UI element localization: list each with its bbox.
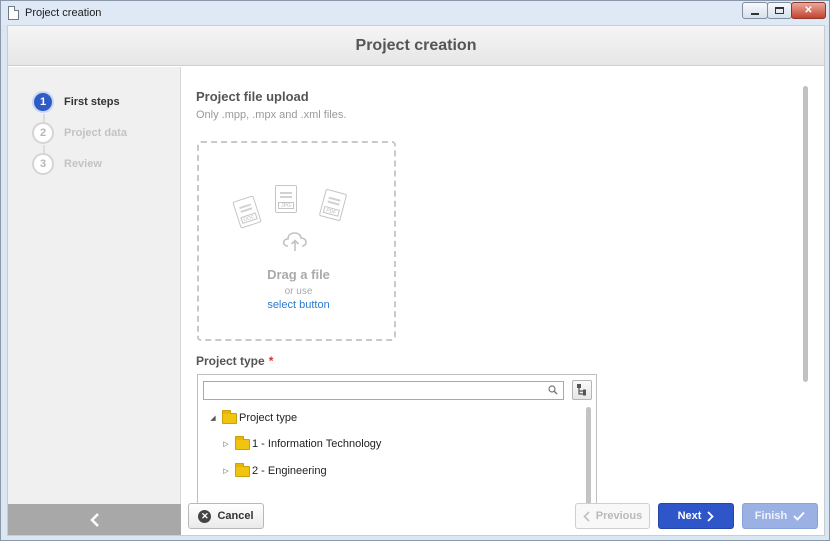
collapse-sidebar-button[interactable] [8,504,181,535]
drag-file-text: Drag a file [267,267,330,282]
chevron-right-icon [707,510,715,522]
finish-button[interactable]: Finish [742,503,818,529]
tree-search-input[interactable] [203,381,564,400]
folder-icon [222,409,237,424]
search-icon [548,385,558,395]
minimize-icon [751,12,759,15]
step-label: Review [64,158,102,170]
expand-triangle-icon[interactable]: ▷ [222,440,230,448]
cancel-icon: ✕ [198,509,212,523]
step-number: 2 [32,122,54,144]
required-marker: * [268,354,274,368]
cloud-upload-icon [282,232,307,251]
folder-icon [235,435,250,450]
main-scrollbar[interactable] [803,86,808,382]
step-label: Project data [64,127,127,139]
dialog-header: Project creation [8,26,824,66]
project-type-label-text: Project type [196,354,265,368]
document-icon [8,6,19,20]
page-title: Project creation [355,36,477,54]
expand-triangle-icon[interactable]: ▷ [222,467,230,475]
close-button[interactable]: ✕ [791,2,826,19]
tree-node-it[interactable]: ▷ 1 - Information Technology [222,435,382,452]
jpg-file-icon: JPG [275,185,297,213]
upload-section-title: Project file upload [196,89,309,104]
finish-label: Finish [754,510,788,522]
step-number: 3 [32,153,54,175]
maximize-button[interactable] [767,2,792,19]
project-type-label: Project type * [196,354,273,368]
checkmark-icon [793,511,805,521]
dialog-footer: ✕ Cancel Previous Next Finish [182,503,824,535]
tree-node-engineering[interactable]: ▷ 2 - Engineering [222,462,327,479]
pdf-file-icon: PDF [318,188,348,222]
app-window: Project creation ✕ Project creation 1 Fi… [0,0,830,541]
collapse-triangle-icon[interactable]: ◢ [209,414,217,422]
maximize-icon [775,7,784,14]
tree-hierarchy-button[interactable] [572,380,592,400]
wizard-steps-sidebar: 1 First steps 2 Project data 3 Review [8,67,181,535]
step-review[interactable]: 3 Review [32,153,102,175]
title-bar: Project creation ✕ [1,1,829,25]
previous-label: Previous [595,510,643,522]
window-title: Project creation [25,7,102,19]
previous-button[interactable]: Previous [575,503,650,529]
main-panel: Project file upload Only .mpp, .mpx and … [182,67,824,503]
file-drop-zone[interactable]: DOC JPG PDF Drag a file or use select bu… [197,141,396,341]
project-type-tree: ◢ Project type ▷ 1 - Information Technol… [197,374,597,503]
step-first-steps[interactable]: 1 First steps [32,91,120,113]
tree-node-label: 1 - Information Technology [252,438,382,450]
dialog-content: Project creation 1 First steps 2 Project… [7,25,825,536]
folder-icon [235,462,250,477]
hierarchy-icon [577,384,586,396]
next-button[interactable]: Next [658,503,734,529]
tree-scrollbar[interactable] [586,407,591,503]
chevron-left-icon [582,510,590,522]
step-project-data[interactable]: 2 Project data [32,122,127,144]
close-icon: ✕ [804,5,813,16]
next-label: Next [677,510,702,522]
cancel-label: Cancel [217,510,254,522]
tree-node-label: Project type [239,412,298,424]
cancel-button[interactable]: ✕ Cancel [188,503,264,529]
chevron-left-icon [89,512,99,527]
tree-node-label: 2 - Engineering [252,465,327,477]
select-file-link[interactable]: select button [199,299,398,311]
minimize-button[interactable] [742,2,768,19]
upload-hint: Only .mpp, .mpx and .xml files. [196,109,347,121]
or-use-text: or use [284,286,313,297]
step-label: First steps [64,96,120,108]
tree-node-root[interactable]: ◢ Project type [209,409,298,426]
step-number: 1 [32,91,54,113]
doc-file-icon: DOC [232,195,262,229]
